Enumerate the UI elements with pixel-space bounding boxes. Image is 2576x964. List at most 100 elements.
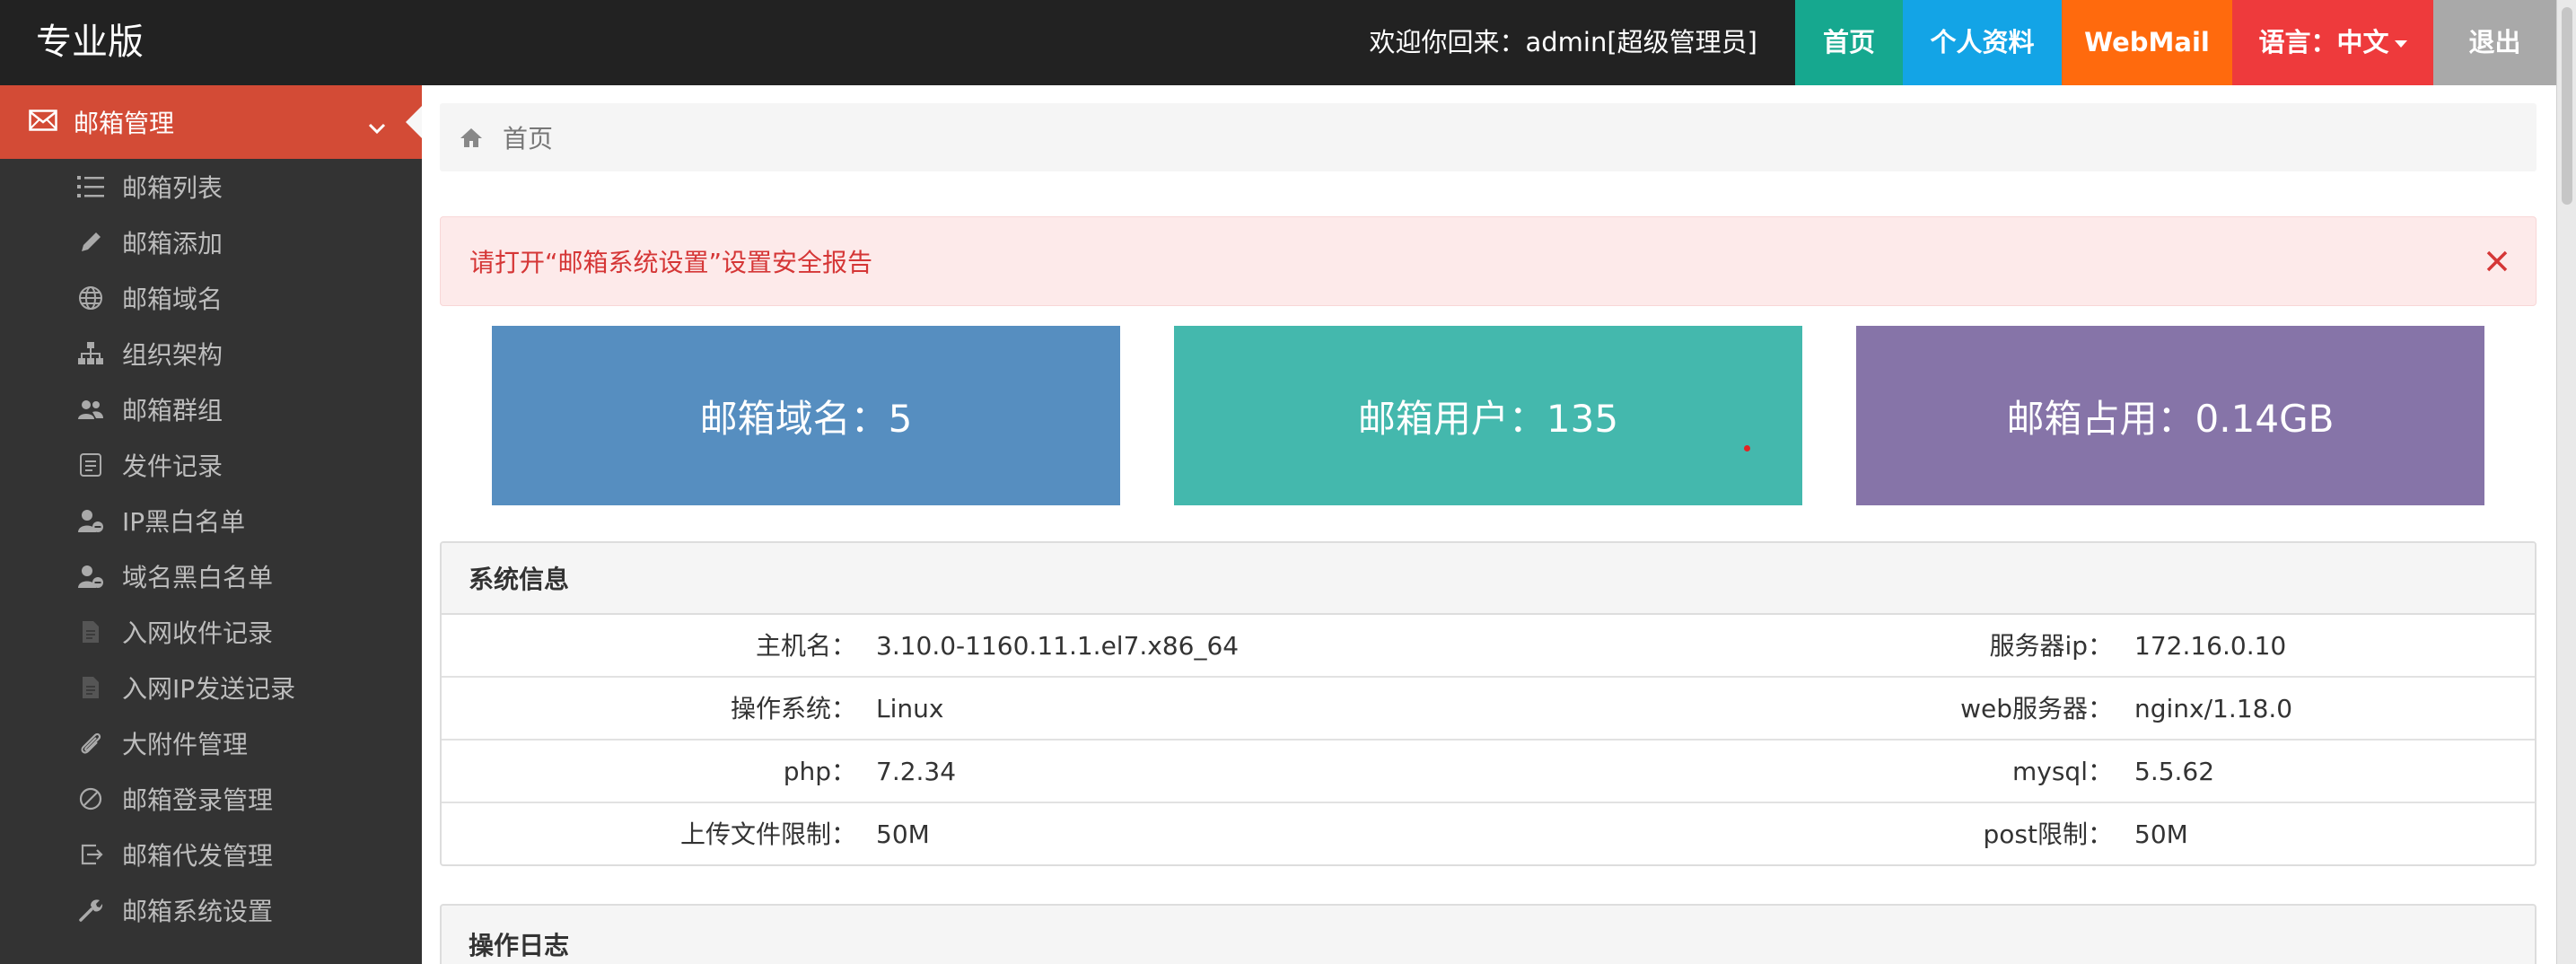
info-key: mysql：: [2012, 757, 2113, 786]
stat-card-usage: 邮箱占用：0.14GB: [1856, 326, 2484, 505]
alert-message: 请打开“邮箱系统设置”设置安全报告: [469, 248, 873, 277]
sidebar-item-inbound-receive-records[interactable]: 入网收件记录: [0, 604, 422, 660]
nav-logout-button[interactable]: 退出: [2433, 0, 2556, 85]
sidebar-item-label: 组织架构: [122, 340, 223, 370]
sidebar-item-label: 邮箱列表: [122, 173, 223, 203]
breadcrumb: 首页: [440, 103, 2537, 171]
info-value: 50M: [876, 819, 930, 849]
main-content: 首页 请打开“邮箱系统设置”设置安全报告 邮箱域名：5 邮箱用户：135 邮箱占…: [422, 85, 2556, 964]
info-row: 上传文件限制： 50M post限制： 50M: [442, 803, 2535, 864]
sidebar-item-label: 入网IP发送记录: [122, 674, 296, 704]
sidebar-item-label: 邮箱代发管理: [122, 841, 274, 871]
info-value: Linux: [876, 694, 944, 723]
nav-language-dropdown[interactable]: 语言：中文: [2232, 0, 2433, 85]
sidebar-item-label: 邮箱添加: [122, 229, 223, 259]
top-navbar: 专业版 欢迎你回来：admin[超级管理员] 首页 个人资料 WebMail 语…: [0, 0, 2556, 85]
sidebar-item-mailbox-group[interactable]: 邮箱群组: [0, 381, 422, 437]
language-label: 语言：中文: [2258, 27, 2389, 57]
top-nav-buttons: 首页 个人资料 WebMail 语言：中文 退出: [1795, 0, 2556, 85]
operation-log-title: 操作日志: [469, 931, 570, 960]
sidebar: 邮箱管理 邮箱列表 邮箱添加 邮箱域名 组织架构 邮箱群组 发件记录 IP黑白名…: [0, 85, 423, 964]
stat-users-text: 邮箱用户：135: [1357, 396, 1619, 441]
sitemap-icon: [75, 338, 106, 369]
info-row: 主机名： 3.10.0-1160.11.1.el7.x86_64 服务器ip： …: [442, 615, 2535, 678]
nav-home-button[interactable]: 首页: [1795, 0, 1903, 85]
ban-icon: [75, 784, 106, 814]
info-key: 服务器ip：: [1989, 631, 2113, 661]
sidebar-menu: 邮箱列表 邮箱添加 邮箱域名 组织架构 邮箱群组 发件记录 IP黑白名单 域名黑…: [0, 159, 422, 938]
info-value: 50M: [2134, 819, 2188, 849]
sidebar-item-label: 邮箱系统设置: [122, 897, 274, 926]
user-minus-icon: [75, 505, 106, 536]
home-icon: [460, 127, 483, 148]
nav-webmail-button[interactable]: WebMail: [2062, 0, 2232, 85]
nav-profile-button[interactable]: 个人资料: [1903, 0, 2062, 85]
sidebar-item-ip-blackwhite-list[interactable]: IP黑白名单: [0, 493, 422, 548]
file-icon: [75, 617, 106, 647]
user-minus-icon: [75, 561, 106, 592]
info-key: 主机名：: [755, 631, 856, 661]
active-indicator-notch: [406, 105, 423, 139]
sidebar-item-login-management[interactable]: 邮箱登录管理: [0, 771, 422, 827]
sidebar-item-inbound-ip-send-records[interactable]: 入网IP发送记录: [0, 660, 422, 715]
sidebar-item-send-records[interactable]: 发件记录: [0, 437, 422, 493]
sidebar-item-mailbox-add[interactable]: 邮箱添加: [0, 215, 422, 270]
info-row: 操作系统： Linux web服务器： nginx/1.18.0: [442, 678, 2535, 741]
stat-domains-text: 邮箱域名：5: [699, 396, 913, 441]
info-key: 上传文件限制：: [679, 819, 856, 849]
paperclip-icon: [75, 728, 106, 758]
stat-cards: 邮箱域名：5 邮箱用户：135 邮箱占用：0.14GB: [492, 326, 2486, 505]
info-key: php：: [783, 757, 856, 786]
info-key: post限制：: [1983, 819, 2113, 849]
stat-usage-text: 邮箱占用：0.14GB: [2006, 396, 2335, 441]
info-key: 操作系统：: [730, 694, 856, 723]
list-icon: [75, 171, 106, 202]
sidebar-item-label: 域名黑白名单: [122, 563, 274, 592]
info-value: 172.16.0.10: [2134, 631, 2287, 661]
envelope-icon: [29, 108, 57, 137]
scrollbar-thumb[interactable]: [2562, 7, 2572, 205]
red-dot-marker: [1744, 445, 1750, 451]
sidebar-item-label: 邮箱群组: [122, 396, 223, 425]
sidebar-item-label: 邮箱域名: [122, 285, 223, 314]
info-row: php： 7.2.34 mysql： 5.5.62: [442, 741, 2535, 803]
stat-card-users: 邮箱用户：135: [1174, 326, 1802, 505]
security-report-alert: 请打开“邮箱系统设置”设置安全报告: [440, 216, 2537, 306]
brand-title: 专业版: [36, 22, 144, 63]
document-icon: [75, 450, 106, 480]
sidebar-item-label: 发件记录: [122, 451, 223, 481]
users-icon: [75, 394, 106, 425]
sidebar-item-label: 大附件管理: [122, 730, 249, 759]
info-key: web服务器：: [1960, 694, 2113, 723]
sidebar-item-label: IP黑白名单: [122, 507, 246, 537]
caret-down-icon: [2394, 40, 2407, 48]
pencil-icon: [75, 227, 106, 258]
chevron-down-icon: [368, 111, 386, 141]
welcome-message: 欢迎你回来：admin[超级管理员]: [1369, 27, 1758, 57]
sidebar-item-mailbox-domain[interactable]: 邮箱域名: [0, 270, 422, 326]
info-value: 3.10.0-1160.11.1.el7.x86_64: [876, 631, 1240, 661]
sidebar-item-label: 邮箱登录管理: [122, 785, 274, 815]
info-value: 7.2.34: [876, 757, 957, 786]
sidebar-item-mailbox-list[interactable]: 邮箱列表: [0, 159, 422, 215]
close-icon[interactable]: [2485, 250, 2509, 279]
sidebar-item-send-on-behalf[interactable]: 邮箱代发管理: [0, 827, 422, 882]
wrench-icon: [75, 895, 106, 925]
info-value: nginx/1.18.0: [2134, 694, 2293, 723]
sidebar-group-mailbox-management[interactable]: 邮箱管理: [0, 85, 423, 159]
sidebar-item-org-structure[interactable]: 组织架构: [0, 326, 422, 381]
system-info-panel: 系统信息 主机名： 3.10.0-1160.11.1.el7.x86_64 服务…: [440, 541, 2537, 866]
sidebar-item-system-settings[interactable]: 邮箱系统设置: [0, 882, 422, 938]
system-info-title: 系统信息: [442, 543, 2535, 615]
forward-icon: [75, 839, 106, 870]
stat-card-domains: 邮箱域名：5: [492, 326, 1120, 505]
info-value: 5.5.62: [2134, 757, 2215, 786]
sidebar-item-domain-blackwhite-list[interactable]: 域名黑白名单: [0, 548, 422, 604]
sidebar-item-large-attachment[interactable]: 大附件管理: [0, 715, 422, 771]
operation-log-panel: 操作日志: [440, 904, 2537, 964]
sidebar-item-label: 入网收件记录: [122, 618, 274, 648]
breadcrumb-home-link[interactable]: 首页: [503, 119, 553, 155]
sidebar-group-label: 邮箱管理: [74, 109, 175, 138]
file-icon: [75, 672, 106, 703]
window-scrollbar[interactable]: [2556, 0, 2576, 964]
